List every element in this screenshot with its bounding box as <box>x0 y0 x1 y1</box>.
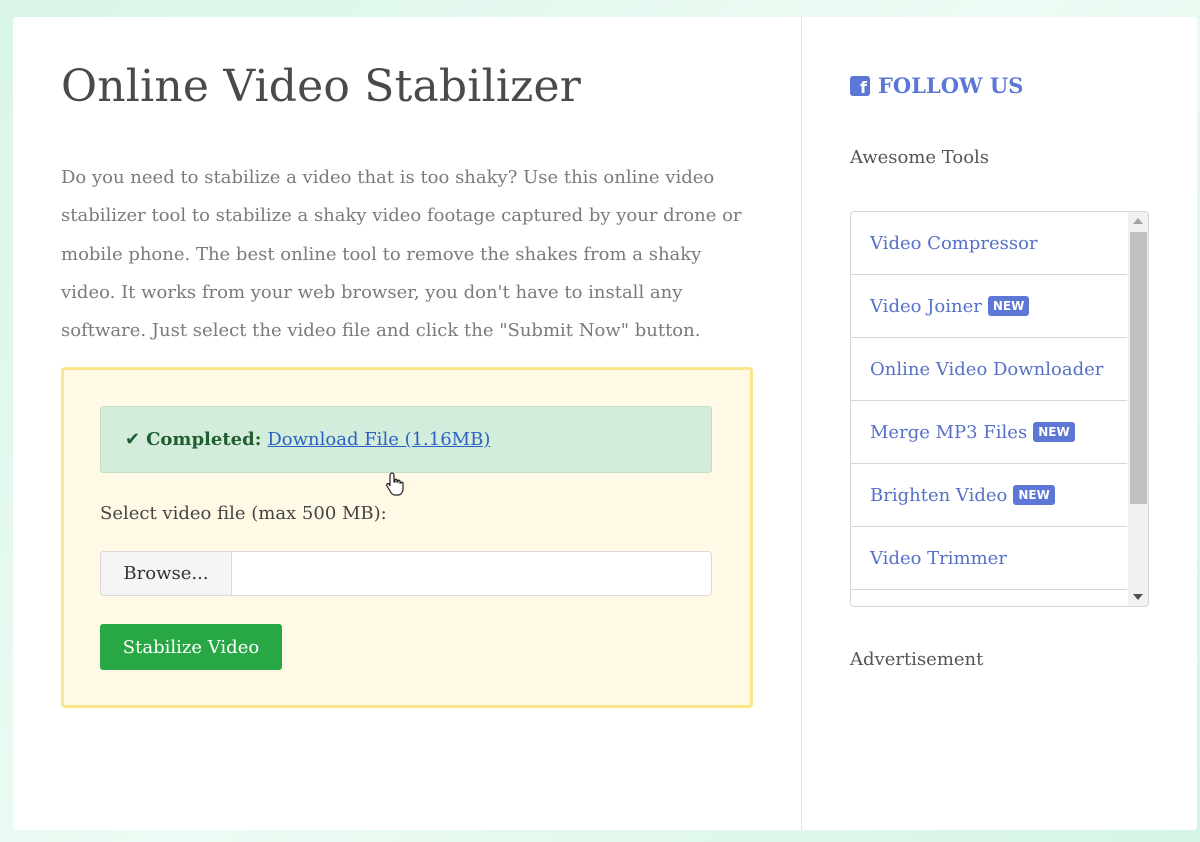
file-input[interactable]: Browse... <box>100 551 712 596</box>
tools-heading: Awesome Tools <box>850 147 990 168</box>
new-badge: NEW <box>987 296 1030 316</box>
file-field-label: Select video file (max 500 MB): <box>100 503 387 524</box>
facebook-icon: f <box>850 75 870 96</box>
page-card: Online Video Stabilizer Do you need to s… <box>13 17 1197 830</box>
new-badge: NEW <box>1013 485 1055 505</box>
checkmark-icon: ✔ <box>125 429 141 450</box>
scroll-up-arrow-icon[interactable] <box>1133 218 1143 224</box>
tool-video-compressor[interactable]: Video Compressor <box>851 212 1127 275</box>
success-alert: ✔ Completed: Download File (1.16MB) <box>100 406 712 496</box>
scrollbar-thumb[interactable] <box>1130 232 1147 504</box>
tool-label: Video Joiner <box>870 295 982 317</box>
tool-label: Online Video Downloader <box>870 358 1104 380</box>
tool-video-trimmer[interactable]: Video Trimmer <box>851 527 1127 590</box>
tool-brighten-video[interactable]: Brighten Video NEW <box>851 464 1127 527</box>
page-title: Online Video Stabilizer <box>61 61 581 112</box>
tool-label: Video Compressor <box>870 232 1038 254</box>
follow-us-link[interactable]: f FOLLOW US <box>850 73 1023 98</box>
tool-merge-mp3-files[interactable]: Merge MP3 Files NEW <box>851 401 1127 464</box>
tool-label: Video Trimmer <box>870 547 1007 569</box>
stabilize-video-button[interactable]: Stabilize Video <box>100 624 282 670</box>
upload-panel: ✔ Completed: Download File (1.16MB) Sele… <box>61 367 753 708</box>
tool-online-video-downloader[interactable]: Online Video Downloader <box>851 338 1127 401</box>
download-file-link[interactable]: Download File (1.16MB) <box>267 429 490 450</box>
alert-status: Completed: <box>146 429 262 450</box>
new-badge: NEW <box>1033 422 1075 442</box>
browse-button[interactable]: Browse... <box>101 552 232 595</box>
column-divider <box>801 17 802 830</box>
tool-label: Merge MP3 Files <box>870 421 1028 443</box>
hand-cursor-icon <box>386 472 404 496</box>
tool-label: Brighten Video <box>870 484 1008 506</box>
tools-scrollbar[interactable] <box>1128 212 1148 606</box>
follow-us-label: FOLLOW US <box>878 73 1024 98</box>
intro-text: Do you need to stabilize a video that is… <box>61 167 742 342</box>
advertisement-label: Advertisement <box>850 649 984 670</box>
tool-video-joiner[interactable]: Video Joiner NEW <box>851 275 1127 338</box>
tools-list[interactable]: Video Compressor Video Joiner NEW Online… <box>850 211 1149 607</box>
scroll-down-arrow-icon[interactable] <box>1133 594 1143 600</box>
